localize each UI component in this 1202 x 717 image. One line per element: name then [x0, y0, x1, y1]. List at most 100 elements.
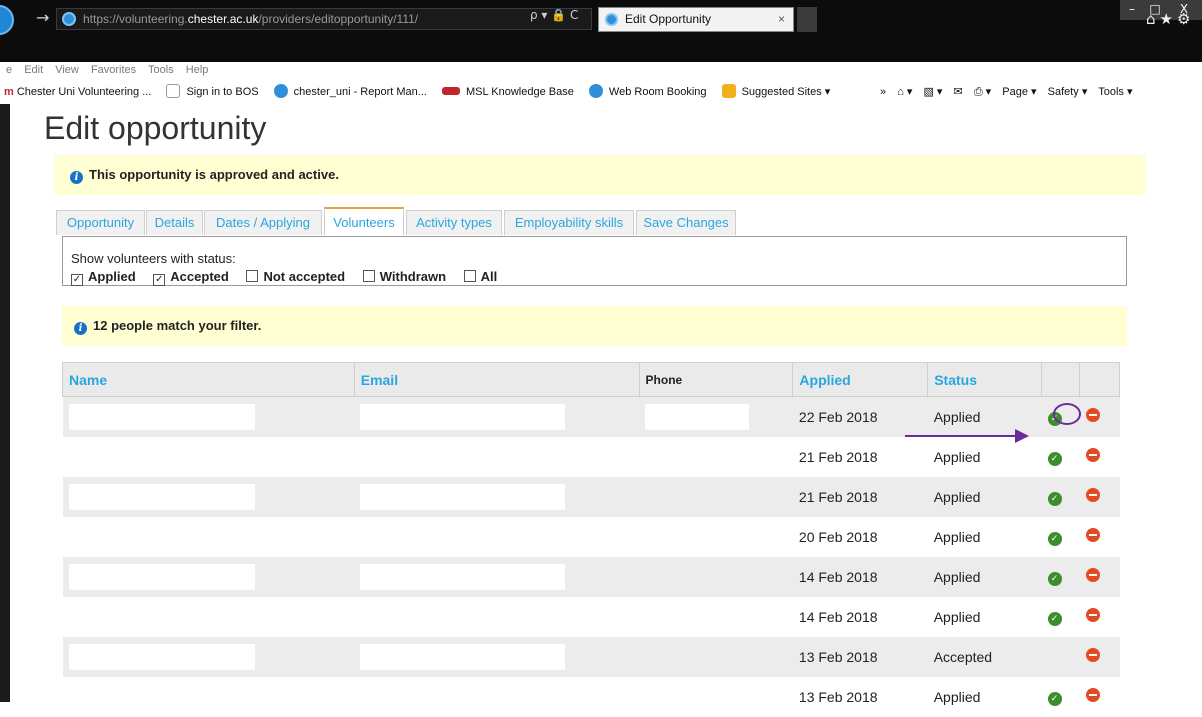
home-menu-icon[interactable]: ⌂ ▾	[897, 86, 912, 98]
filter-accepted[interactable]: ✓ Accepted	[153, 269, 229, 286]
menu-item[interactable]: e	[6, 64, 12, 76]
menu-item-view[interactable]: View	[55, 64, 79, 76]
accept-check-icon[interactable]: ✓	[1047, 531, 1062, 546]
phone-cell-redacted	[639, 677, 793, 717]
table-header-row: Name Email Phone Applied Status	[62, 362, 1120, 397]
tab-ie-icon	[605, 13, 618, 26]
ie-icon	[273, 84, 288, 98]
filter-applied[interactable]: ✓ Applied	[71, 269, 136, 286]
print-menu-icon[interactable]: ⎙ ▾	[974, 86, 991, 98]
phone-cell-redacted	[639, 556, 793, 597]
ie-icon	[588, 84, 603, 98]
accept-check-icon[interactable]: ✓	[1047, 571, 1062, 586]
applied-date: 21 Feb 2018	[792, 476, 928, 517]
favorite-web-room-booking[interactable]: Web Room Booking	[588, 84, 713, 98]
tab-dates-applying[interactable]: Dates / Applying	[204, 210, 322, 235]
phone-cell-redacted	[639, 636, 793, 677]
reject-cell	[1080, 597, 1120, 637]
checkbox-applied[interactable]: ✓	[71, 274, 83, 286]
checkbox-not-accepted[interactable]	[246, 270, 259, 282]
tab-activity-types[interactable]: Activity types	[406, 210, 502, 235]
accept-check-icon[interactable]: ✓	[1047, 691, 1062, 706]
reject-stop-icon[interactable]	[1085, 488, 1100, 502]
browser-tab[interactable]: Edit Opportunity ×	[598, 7, 794, 32]
reject-stop-icon[interactable]	[1085, 648, 1100, 662]
name-cell-redacted	[62, 636, 355, 677]
applied-date: 14 Feb 2018	[798, 608, 878, 625]
menu-item-help[interactable]: Help	[186, 64, 209, 76]
new-tab-button[interactable]	[797, 7, 817, 32]
annotation-arrow-line	[905, 435, 1017, 437]
approval-notice-text: This opportunity is approved and active.	[89, 167, 339, 182]
status-value: Applied	[933, 528, 981, 545]
column-email[interactable]: Email	[353, 362, 640, 397]
chevron-more-icon[interactable]: »	[880, 86, 886, 98]
status-value: Applied	[933, 688, 981, 705]
safety-menu[interactable]: Safety ▾	[1048, 86, 1088, 98]
accept-check-icon[interactable]: ✓	[1047, 491, 1062, 506]
reject-stop-icon[interactable]	[1085, 528, 1100, 542]
column-applied[interactable]: Applied	[792, 362, 929, 397]
menu-item-favorites[interactable]: Favorites	[91, 64, 136, 76]
name-cell-redacted	[63, 517, 355, 557]
checkbox-all[interactable]	[463, 270, 476, 282]
checkbox-withdrawn[interactable]	[362, 270, 375, 282]
tab-employability-skills[interactable]: Employability skills	[504, 210, 634, 235]
reject-stop-icon[interactable]	[1085, 408, 1100, 423]
address-bar[interactable]: https://volunteering.chester.ac.uk/provi…	[56, 8, 592, 30]
mail-icon[interactable]: ✉	[954, 86, 963, 98]
volunteers-table: Name Email Phone Applied Status 22 Feb 2…	[62, 362, 1120, 717]
reject-cell	[1080, 677, 1120, 717]
filter-not-accepted[interactable]: Not accepted	[246, 269, 345, 284]
tab-volunteers[interactable]: Volunteers	[324, 207, 404, 235]
reject-stop-icon[interactable]	[1085, 568, 1100, 582]
back-button[interactable]	[0, 5, 14, 35]
page-menu[interactable]: Page ▾	[1002, 86, 1036, 98]
email-cell-redacted	[354, 677, 639, 717]
browser-titlebar: → https://volunteering.chester.ac.uk/pro…	[0, 0, 1202, 36]
menu-item-tools[interactable]: Tools	[148, 64, 174, 76]
favorite-m-icon: m	[4, 86, 14, 98]
reject-stop-icon[interactable]	[1085, 448, 1100, 462]
tab-title: Edit Opportunity	[625, 12, 712, 26]
filter-withdrawn[interactable]: Withdrawn	[362, 269, 446, 284]
accept-check-icon[interactable]: ✓	[1047, 451, 1062, 466]
info-icon: i	[70, 171, 83, 184]
phone-cell-redacted	[639, 437, 793, 477]
tab-details[interactable]: Details	[146, 210, 203, 235]
reject-cell	[1079, 636, 1120, 677]
minimize-button[interactable]: –	[1120, 0, 1144, 20]
table-row: 14 Feb 2018 Applied ✓	[62, 556, 1120, 597]
column-accept	[1041, 362, 1080, 397]
tab-opportunity[interactable]: Opportunity	[56, 210, 145, 235]
table-row: 21 Feb 2018 Applied ✓	[62, 476, 1120, 517]
tab-save-changes[interactable]: Save Changes	[636, 210, 736, 235]
tab-close-icon[interactable]: ×	[778, 8, 785, 31]
address-controls[interactable]: ρ ▾ 🔒 C	[530, 8, 578, 22]
msl-icon	[442, 87, 461, 95]
reject-cell	[1080, 437, 1120, 477]
email-cell-redacted	[354, 597, 639, 637]
feeds-menu-icon[interactable]: ▧ ▾	[923, 86, 942, 98]
filter-all[interactable]: All	[463, 269, 497, 284]
left-edge	[0, 104, 10, 702]
favorite-bos[interactable]: Sign in to BOS	[166, 84, 264, 98]
favorite-msl[interactable]: MSL Knowledge Base	[442, 86, 580, 98]
accept-cell: ✓	[1041, 556, 1080, 597]
column-name[interactable]: Name	[62, 362, 355, 397]
address-host: chester.ac.uk	[187, 12, 259, 26]
favorite-report-manager[interactable]: chester_uni - Report Man...	[273, 84, 433, 98]
menu-item-edit[interactable]: Edit	[24, 64, 43, 76]
reject-stop-icon[interactable]	[1085, 688, 1100, 702]
forward-arrow-icon[interactable]: →	[36, 8, 49, 27]
match-notice: i 12 people match your filter.	[62, 306, 1127, 346]
home-star-gear-icons[interactable]: ⌂★⚙	[1146, 10, 1194, 28]
tools-menu[interactable]: Tools ▾	[1098, 86, 1132, 98]
favorite-suggested-sites[interactable]: Suggested Sites ▾	[721, 84, 837, 98]
accept-check-icon[interactable]: ✓	[1047, 611, 1062, 626]
favorite-chester-volunteering[interactable]: m Chester Uni Volunteering ...	[4, 86, 157, 98]
phone-cell-redacted	[639, 396, 793, 437]
column-status[interactable]: Status	[927, 362, 1043, 397]
checkbox-accepted[interactable]: ✓	[153, 274, 166, 286]
reject-stop-icon[interactable]	[1085, 608, 1100, 622]
